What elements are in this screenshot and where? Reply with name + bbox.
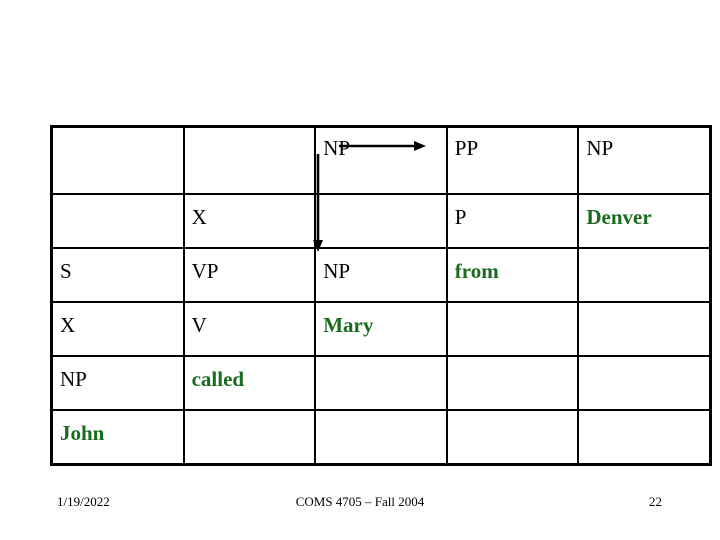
chart-cell-r1c1[interactable]: X xyxy=(182,193,317,249)
footer-page-number: 22 xyxy=(649,494,662,509)
chart-cell-r3c0[interactable]: X xyxy=(50,301,185,357)
table-row: X V Mary xyxy=(50,301,712,357)
chart-cell-text: John xyxy=(60,420,105,445)
chart-cell-r4c0[interactable]: NP xyxy=(50,355,185,411)
chart-cell-r1c4[interactable]: Denver xyxy=(577,193,712,249)
chart-cell-text: NP xyxy=(60,366,87,391)
chart-cell-r4c4[interactable] xyxy=(577,355,712,411)
chart-cell-text: S xyxy=(60,258,72,283)
chart-cell-r5c3[interactable] xyxy=(445,409,580,466)
slide-footer: 1/19/2022 COMS 4705 – Fall 2004 22 xyxy=(0,492,720,518)
chart-cell-r3c4[interactable] xyxy=(577,301,712,357)
chart-cell-text: X xyxy=(191,204,207,229)
chart-cell-text: PP xyxy=(454,136,479,161)
chart-cell-text: VP xyxy=(191,258,219,283)
parse-chart-container: NP PP NP X P Denver S VP NP from X V Mar… xyxy=(50,125,712,466)
chart-cell-r1c3[interactable]: P xyxy=(445,193,580,249)
table-row: John xyxy=(50,409,712,466)
chart-cell-r0c3[interactable]: PP xyxy=(445,125,580,195)
chart-cell-r3c1[interactable]: V xyxy=(182,301,317,357)
slide-canvas: NP PP NP X P Denver S VP NP from X V Mar… xyxy=(0,0,720,540)
chart-cell-r4c1[interactable]: called xyxy=(182,355,317,411)
chart-cell-r0c4[interactable]: NP xyxy=(577,125,712,195)
chart-cell-text: P xyxy=(454,204,467,229)
chart-cell-r2c3[interactable]: from xyxy=(445,247,580,303)
table-row: X P Denver xyxy=(50,193,712,249)
chart-cell-text: NP xyxy=(323,136,351,161)
table-row: NP called xyxy=(50,355,712,411)
table-row: S VP NP from xyxy=(50,247,712,303)
chart-cell-r2c1[interactable]: VP xyxy=(182,247,317,303)
chart-cell-text: X xyxy=(60,312,76,337)
chart-cell-r5c1[interactable] xyxy=(182,409,317,466)
chart-cell-r2c4[interactable] xyxy=(577,247,712,303)
chart-cell-r5c4[interactable] xyxy=(577,409,712,466)
chart-cell-r5c0[interactable]: John xyxy=(50,409,185,466)
chart-cell-r1c0[interactable] xyxy=(50,193,185,249)
chart-cell-r4c2[interactable] xyxy=(314,355,448,411)
chart-cell-text: from xyxy=(454,258,499,283)
chart-cell-text: Denver xyxy=(586,204,652,229)
chart-cell-text: NP xyxy=(323,258,351,283)
chart-cell-text: V xyxy=(191,312,207,337)
chart-cell-r3c2[interactable]: Mary xyxy=(314,301,448,357)
chart-cell-r0c0[interactable] xyxy=(50,125,185,195)
chart-cell-r2c0[interactable]: S xyxy=(50,247,185,303)
table-row: NP PP NP xyxy=(50,125,712,195)
parse-chart-table: NP PP NP X P Denver S VP NP from X V Mar… xyxy=(50,125,712,466)
chart-cell-r0c2[interactable]: NP xyxy=(314,125,448,195)
chart-cell-r3c3[interactable] xyxy=(445,301,580,357)
chart-cell-text: NP xyxy=(586,136,614,161)
chart-cell-r4c3[interactable] xyxy=(445,355,580,411)
chart-cell-text: Mary xyxy=(323,312,374,337)
chart-cell-r2c2[interactable]: NP xyxy=(314,247,448,303)
chart-cell-r0c1[interactable] xyxy=(182,125,317,195)
footer-course-label: COMS 4705 – Fall 2004 xyxy=(295,494,425,509)
chart-cell-r5c2[interactable] xyxy=(314,409,448,466)
chart-cell-r1c2[interactable] xyxy=(314,193,448,249)
chart-cell-text: called xyxy=(191,366,245,391)
